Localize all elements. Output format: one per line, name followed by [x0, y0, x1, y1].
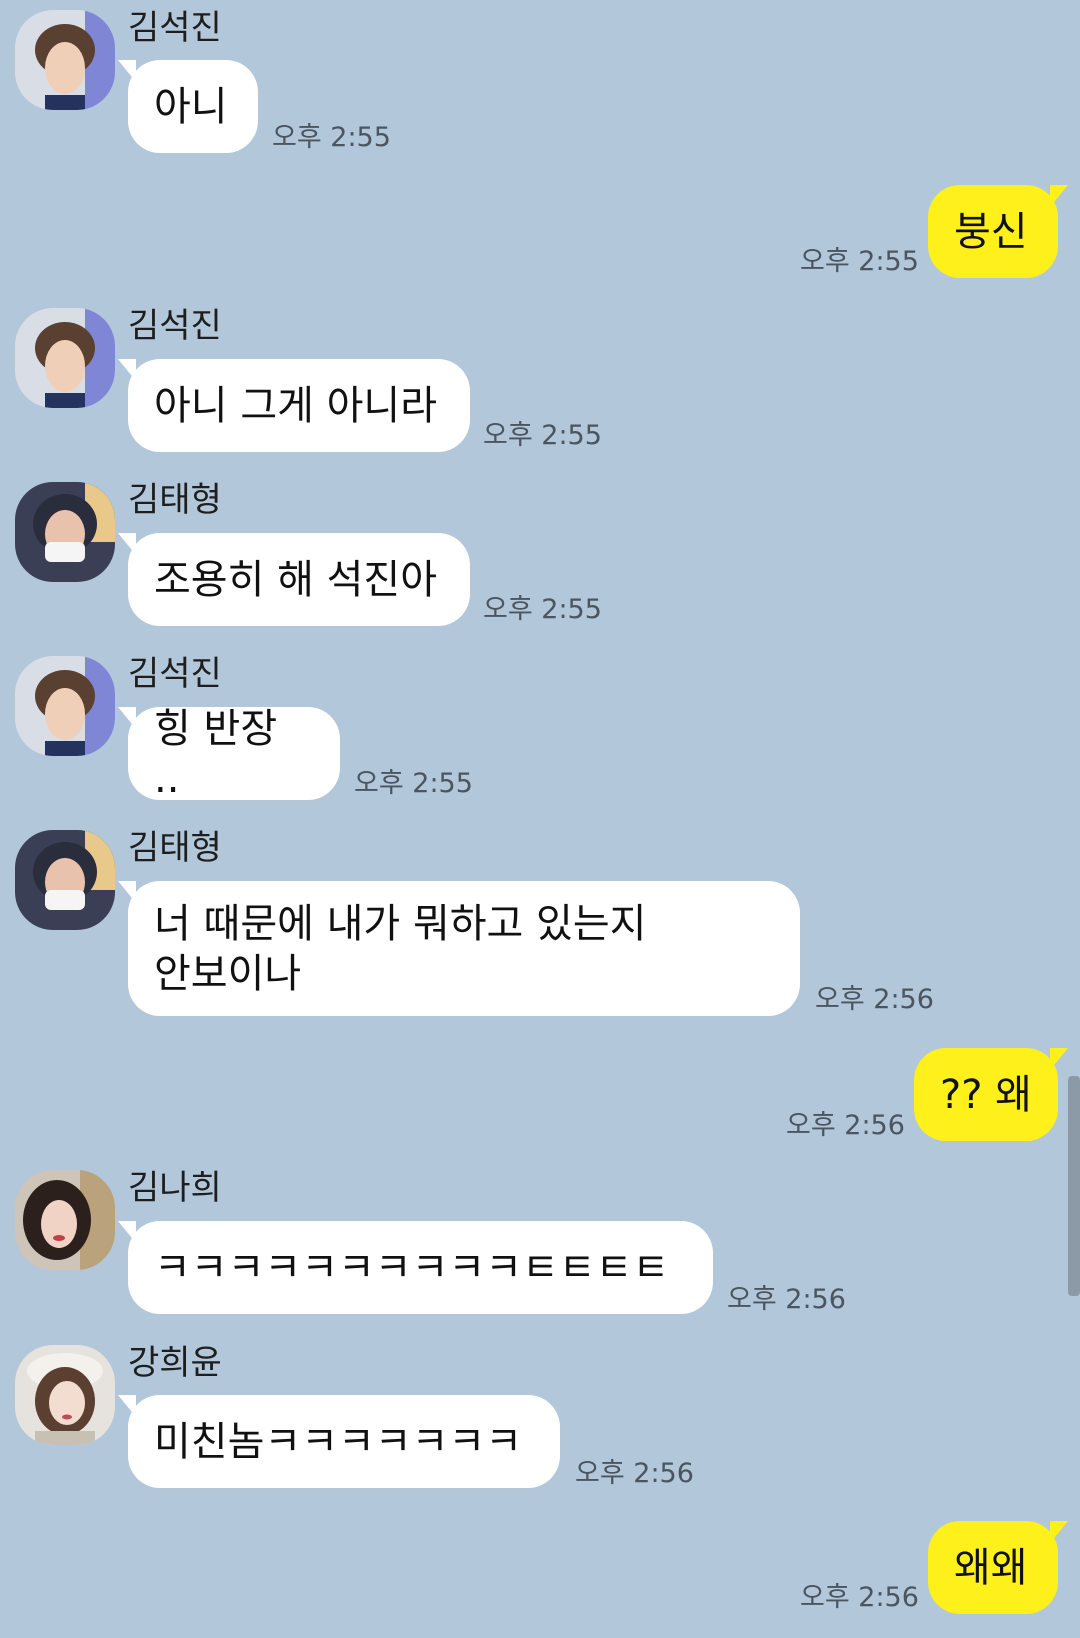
- avatar[interactable]: [15, 1170, 115, 1270]
- sender-name: 김태형: [128, 828, 222, 868]
- sender-name: 김석진: [128, 306, 222, 346]
- sender-name: 김석진: [128, 654, 222, 694]
- sender-name: 김나희: [128, 1168, 222, 1208]
- message-time: 오후 2:56: [815, 984, 934, 1015]
- sender-name: 김석진: [128, 8, 222, 48]
- sender-name: 김태형: [128, 480, 222, 520]
- chat-room[interactable]: 김석진 아니 오후 2:55 붕신 오후 2:55 김석진 아니 그게 아니라 …: [0, 0, 1080, 1638]
- message-text: 왜왜: [954, 1544, 1028, 1591]
- profile-photo-icon: [15, 10, 115, 110]
- profile-photo-icon: [15, 1170, 115, 1270]
- profile-photo-icon: [15, 830, 115, 930]
- my-message-bubble[interactable]: 왜왜: [928, 1521, 1068, 1614]
- message-bubble[interactable]: 조용히 해 석진아: [118, 533, 470, 626]
- sender-name: 강희윤: [128, 1343, 222, 1383]
- message-text: 아니: [154, 83, 228, 130]
- message-bubble[interactable]: 아니 그게 아니라: [118, 359, 470, 452]
- message-text: 아니 그게 아니라: [154, 382, 438, 429]
- avatar[interactable]: [15, 10, 115, 110]
- message-text: 미친놈ㅋㅋㅋㅋㅋㅋㅋ: [154, 1418, 522, 1465]
- my-message-bubble[interactable]: ?? 왜: [914, 1048, 1068, 1141]
- message-bubble[interactable]: 너 때문에 내가 뭐하고 있는지 안보이나: [118, 881, 800, 1016]
- message-text: 힝 반장 ..: [154, 705, 278, 802]
- message-bubble[interactable]: 힝 반장 ..: [118, 706, 340, 802]
- avatar[interactable]: [15, 482, 115, 582]
- profile-photo-icon: [15, 308, 115, 408]
- message-text: ?? 왜: [940, 1071, 1032, 1118]
- message-time: 오후 2:56: [727, 1284, 846, 1315]
- message-time: 오후 2:55: [483, 594, 602, 625]
- message-text: ㅋㅋㅋㅋㅋㅋㅋㅋㅋㅋㅌㅌㅌㅌ: [154, 1244, 670, 1291]
- message-time: 오후 2:56: [786, 1110, 905, 1141]
- message-time: 오후 2:56: [575, 1458, 694, 1489]
- message-time: 오후 2:55: [272, 122, 391, 153]
- message-bubble[interactable]: 아니: [118, 60, 258, 153]
- scrollbar[interactable]: [1068, 1076, 1080, 1296]
- message-bubble[interactable]: ㅋㅋㅋㅋㅋㅋㅋㅋㅋㅋㅌㅌㅌㅌ: [118, 1221, 713, 1314]
- avatar[interactable]: [15, 830, 115, 930]
- my-message-bubble[interactable]: 붕신: [928, 185, 1068, 278]
- avatar[interactable]: [15, 1345, 115, 1445]
- message-time: 오후 2:55: [800, 246, 919, 277]
- message-bubble[interactable]: 미친놈ㅋㅋㅋㅋㅋㅋㅋ: [118, 1395, 560, 1488]
- message-text: 조용히 해 석진아: [154, 556, 438, 603]
- avatar[interactable]: [15, 656, 115, 756]
- message-text: 붕신: [954, 208, 1028, 255]
- profile-photo-icon: [15, 1345, 115, 1445]
- message-time: 오후 2:56: [800, 1582, 919, 1613]
- message-time: 오후 2:55: [483, 420, 602, 451]
- avatar[interactable]: [15, 308, 115, 408]
- message-text: 너 때문에 내가 뭐하고 있는지 안보이나: [154, 900, 647, 997]
- message-time: 오후 2:55: [354, 768, 473, 799]
- profile-photo-icon: [15, 482, 115, 582]
- profile-photo-icon: [15, 656, 115, 756]
